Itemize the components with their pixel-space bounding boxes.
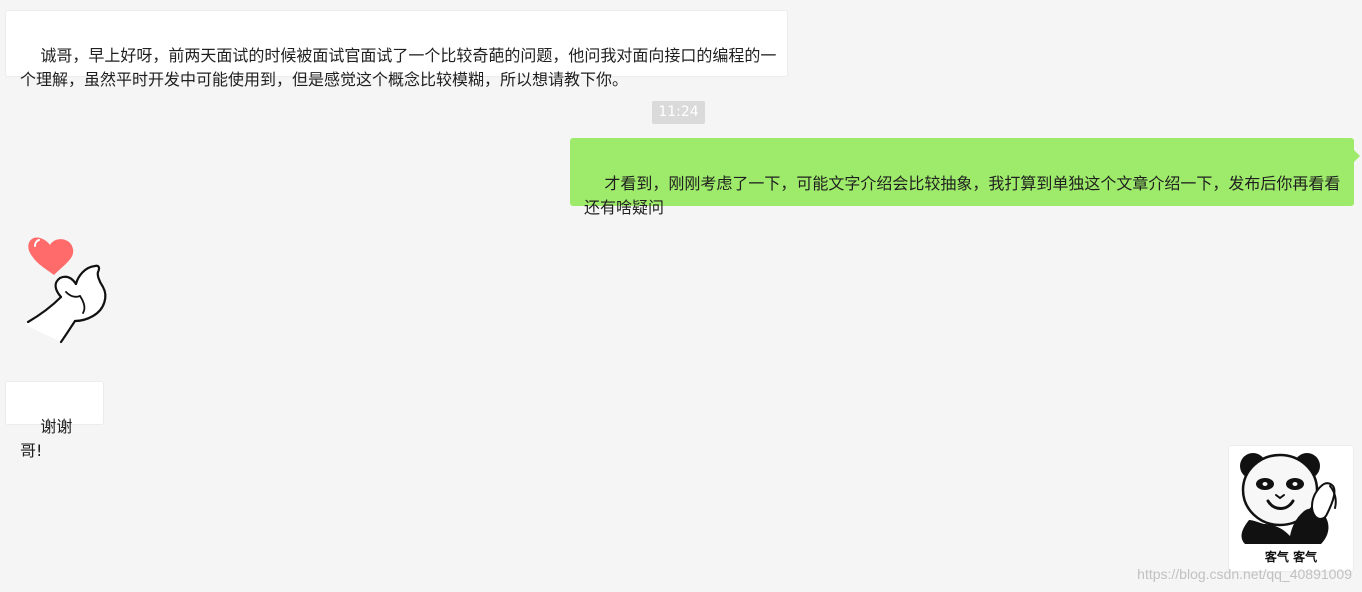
heart-hand-icon [25,237,107,344]
chat-area: 诚哥，早上好呀，前两天面试的时候被面试官面试了一个比较奇葩的问题，他问我对面向接… [0,0,1362,592]
message-text: 诚哥，早上好呀，前两天面试的时候被面试官面试了一个比较奇葩的问题，他问我对面向接… [20,46,777,89]
heart-hand-sticker[interactable] [20,232,116,350]
incoming-message-bubble: 诚哥，早上好呀，前两天面试的时候被面试官面试了一个比较奇葩的问题，他问我对面向接… [5,10,788,89]
incoming-message-bubble: 谢谢哥! [5,381,104,460]
timestamp: 11:24 [652,101,705,124]
sticker-caption: 客气 客气 [1264,550,1318,564]
outgoing-message-bubble: 才看到，刚刚考虑了一下，可能文字介绍会比较抽象，我打算到单独这个文章介绍一下，发… [570,138,1360,217]
message-text: 谢谢哥! [20,417,73,460]
watermark: https://blog.csdn.net/qq_40891009 [1137,566,1352,582]
panda-meme-icon [1240,453,1337,544]
message-text: 才看到，刚刚考虑了一下，可能文字介绍会比较抽象，我打算到单独这个文章介绍一下，发… [584,174,1341,217]
panda-sticker[interactable]: 客气 客气 [1228,445,1354,572]
